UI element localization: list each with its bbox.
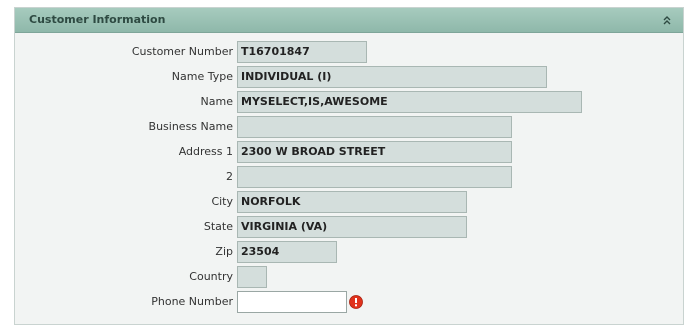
phone-number-input[interactable]: [237, 291, 347, 313]
row-zip: Zip: [15, 241, 233, 263]
country-field[interactable]: [237, 266, 267, 288]
address-2-label: 2: [226, 170, 233, 183]
double-chevron-up-icon: [663, 16, 671, 25]
zip-field[interactable]: 23504: [237, 241, 337, 263]
customer-information-panel: Customer Information Customer Number T16…: [14, 7, 684, 325]
row-country: Country: [15, 266, 233, 288]
error-icon: [349, 295, 363, 309]
zip-label: Zip: [215, 245, 233, 258]
country-label: Country: [189, 270, 233, 283]
panel-header: Customer Information: [15, 8, 683, 33]
state-label: State: [203, 220, 233, 233]
state-field[interactable]: VIRGINIA (VA): [237, 216, 467, 238]
name-label: Name: [200, 95, 233, 108]
row-name-type: Name Type: [15, 66, 233, 88]
city-label: City: [211, 195, 233, 208]
business-name-label: Business Name: [148, 120, 233, 133]
panel-title: Customer Information: [29, 13, 166, 26]
collapse-button[interactable]: [660, 12, 674, 28]
row-phone-number: Phone Number: [15, 291, 233, 313]
phone-number-label: Phone Number: [151, 295, 233, 308]
row-address-1: Address 1: [15, 141, 233, 163]
name-type-label: Name Type: [171, 70, 233, 83]
row-city: City: [15, 191, 233, 213]
row-address-2: 2: [15, 166, 233, 188]
row-business-name: Business Name: [15, 116, 233, 138]
address-1-label: Address 1: [178, 145, 233, 158]
address-2-field[interactable]: [237, 166, 512, 188]
customer-number-label: Customer Number: [131, 45, 233, 58]
business-name-field[interactable]: [237, 116, 512, 138]
customer-number-field[interactable]: T16701847: [237, 41, 367, 63]
row-name: Name: [15, 91, 233, 113]
row-customer-number: Customer Number: [15, 41, 233, 63]
row-state: State: [15, 216, 233, 238]
city-field[interactable]: NORFOLK: [237, 191, 467, 213]
name-field[interactable]: MYSELECT,IS,AWESOME: [237, 91, 582, 113]
address-1-field[interactable]: 2300 W BROAD STREET: [237, 141, 512, 163]
name-type-field[interactable]: INDIVIDUAL (I): [237, 66, 547, 88]
